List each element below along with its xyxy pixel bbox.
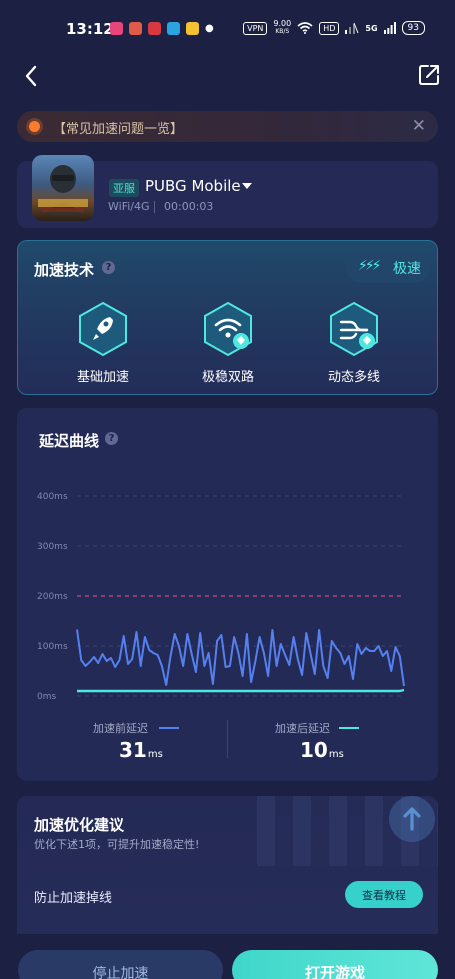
y-tick-label: 100ms: [37, 642, 68, 652]
status-indicators: VPN 9.00 KB/S HD 5G 93: [243, 20, 425, 36]
app-notif-icon: [186, 22, 199, 35]
legend-before-label: 加速前延迟: [93, 722, 148, 735]
wifi-icon: [297, 22, 313, 34]
feature-label: 基础加速: [76, 370, 129, 385]
bolt-icon: ⚡⚡⚡: [358, 258, 381, 274]
series-before-line: [76, 629, 405, 687]
latency-after-value: 10ms: [300, 738, 344, 762]
series-after-line: [77, 688, 405, 693]
game-card[interactable]: 亚服 PUBG Mobile WiFi/4G 00:00:03: [17, 155, 438, 228]
stop-accel-button[interactable]: 停止加速: [18, 950, 223, 979]
y-tick-label: 0ms: [37, 692, 56, 702]
legend-after-swatch: [339, 727, 359, 729]
speed-mode-badge[interactable]: ⚡⚡⚡ 极速: [346, 252, 430, 283]
y-tick-label: 200ms: [37, 592, 68, 602]
notification-icons: ●: [110, 22, 214, 35]
legend-after-label: 加速后延迟: [275, 722, 330, 735]
multiline-icon: [330, 301, 378, 357]
faq-banner[interactable]: 【常见加速问题一览】 ✕: [17, 111, 438, 142]
network-mode: WiFi/4G: [108, 200, 150, 213]
close-icon[interactable]: ✕: [412, 116, 426, 136]
divider: [227, 720, 228, 758]
net-speed: 9.00 KB/S: [273, 19, 292, 36]
game-name[interactable]: PUBG Mobile: [145, 177, 241, 195]
latency-chart: 0ms 100ms 200ms 300ms 400ms: [37, 492, 405, 702]
section-title: 加速优化建议: [34, 816, 125, 834]
feature-multiline[interactable]: 动态多线: [304, 301, 404, 394]
faq-text[interactable]: 【常见加速问题一览】: [53, 118, 183, 137]
signal-icon: [345, 22, 359, 34]
vpn-badge: VPN: [243, 21, 268, 35]
status-time: 13:12: [66, 20, 114, 38]
wifi-dual-icon: [204, 301, 252, 357]
feature-dual[interactable]: 极稳双路: [178, 301, 278, 394]
latency-card: 延迟曲线 ? 0ms 100ms 200ms 300ms 400ms 加速前延迟 加速后…: [17, 408, 438, 781]
feature-basic[interactable]: 基础加速: [53, 301, 153, 394]
game-icon: [32, 155, 94, 221]
arrow-up-icon[interactable]: [402, 805, 422, 831]
speed-mode-label: 极速: [393, 261, 421, 277]
notice-dot-icon: [29, 121, 40, 132]
accel-tech-card: 加速技术 ? ⚡⚡⚡ 极速 基础加速 极稳双路 动态多线: [17, 240, 438, 395]
view-tutorial-button[interactable]: 查看教程: [345, 881, 423, 908]
latency-before-value: 31ms: [119, 738, 163, 762]
help-icon[interactable]: ?: [105, 432, 118, 445]
divider: [154, 201, 155, 213]
hd-badge: HD: [319, 21, 340, 35]
pubg-artwork-icon: [38, 165, 88, 215]
status-bar: 13:12 ● VPN 9.00 KB/S HD 5G 93: [0, 0, 455, 56]
feature-label: 极稳双路: [201, 370, 254, 385]
open-game-button[interactable]: 打开游戏: [232, 950, 438, 979]
optimization-card: 加速优化建议 优化下述1项，可提升加速稳定性! 防止加速掉线 查看教程: [17, 796, 438, 934]
share-icon[interactable]: [418, 62, 440, 86]
caret-down-icon[interactable]: [242, 183, 252, 189]
y-tick-label: 300ms: [37, 542, 68, 552]
network-type: 5G: [365, 23, 378, 33]
app-notif-icon: [129, 22, 142, 35]
back-icon[interactable]: [22, 62, 42, 90]
section-title: 延迟曲线: [39, 432, 100, 450]
section-subtitle: 优化下述1项，可提升加速稳定性!: [34, 838, 200, 851]
legend-before-swatch: [159, 727, 179, 729]
section-title: 加速技术: [34, 261, 95, 279]
signal-strength-icon: [383, 22, 396, 34]
more-notifications-icon: ●: [205, 23, 214, 34]
battery-indicator: 93: [401, 21, 425, 35]
help-icon[interactable]: ?: [102, 261, 115, 274]
app-notif-icon: [110, 22, 123, 35]
telegram-icon: [167, 22, 180, 35]
rocket-icon: [79, 301, 127, 357]
suggestion-item: 防止加速掉线: [34, 891, 113, 906]
region-badge: 亚服: [109, 179, 139, 197]
y-tick-label: 400ms: [37, 492, 68, 502]
feature-label: 动态多线: [327, 370, 380, 385]
app-notif-icon: [148, 22, 161, 35]
elapsed-time: 00:00:03: [164, 200, 214, 213]
